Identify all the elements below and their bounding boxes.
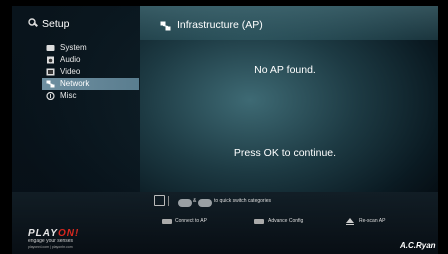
tagline: engage your senses bbox=[28, 238, 74, 244]
sidebar-item-label: Video bbox=[60, 67, 81, 76]
sidebar-item-network[interactable]: Network bbox=[42, 78, 139, 90]
sidebar-item-label: Misc bbox=[60, 91, 77, 100]
rescan-icon bbox=[346, 218, 354, 225]
right-arrow-button-icon bbox=[198, 199, 212, 207]
video-icon bbox=[46, 68, 55, 76]
sidebar-item-label: Network bbox=[60, 79, 90, 88]
status-message: No AP found. bbox=[254, 64, 316, 76]
network-icon bbox=[46, 80, 55, 88]
sidebar-title: Setup bbox=[42, 18, 70, 30]
settings-icon bbox=[28, 18, 38, 27]
config-icon bbox=[254, 219, 264, 224]
sidebar-item-label: System bbox=[60, 43, 87, 52]
audio-icon bbox=[47, 56, 54, 64]
page-title: Infrastructure (AP) bbox=[177, 19, 263, 31]
sidebar-item-label: Audio bbox=[60, 55, 81, 64]
connect-icon bbox=[162, 219, 172, 224]
misc-icon bbox=[46, 92, 55, 100]
sidebar-item-misc[interactable]: Misc bbox=[42, 90, 139, 102]
divider bbox=[168, 196, 169, 206]
connect-ap-action[interactable]: Connect to AP bbox=[175, 218, 207, 224]
setup-screen: Setup System Audio Video Network Misc In… bbox=[0, 0, 448, 254]
advance-config-action[interactable]: Advance Config bbox=[268, 218, 303, 224]
system-icon bbox=[46, 45, 55, 51]
continue-prompt: Press OK to continue. bbox=[233, 147, 337, 159]
left-arrow-button-icon bbox=[178, 199, 192, 207]
frame-border bbox=[0, 0, 12, 254]
network-icon bbox=[160, 21, 171, 31]
brand-logo: A.C.Ryan bbox=[400, 241, 436, 250]
ampersand-label: & bbox=[193, 198, 197, 204]
rescan-ap-action[interactable]: Re-scan AP bbox=[359, 218, 385, 224]
sidebar-item-video[interactable]: Video bbox=[42, 66, 139, 78]
frame-border bbox=[438, 0, 448, 254]
category-menu: System Audio Video Network Misc bbox=[42, 42, 139, 102]
sidebar-item-system[interactable]: System bbox=[42, 42, 139, 54]
website-links: playonrd.com | playonhr.com bbox=[28, 245, 73, 249]
quick-switch-hint: to quick switch categories bbox=[214, 198, 271, 204]
categories-icon bbox=[154, 195, 165, 206]
sidebar-item-audio[interactable]: Audio bbox=[42, 54, 139, 66]
